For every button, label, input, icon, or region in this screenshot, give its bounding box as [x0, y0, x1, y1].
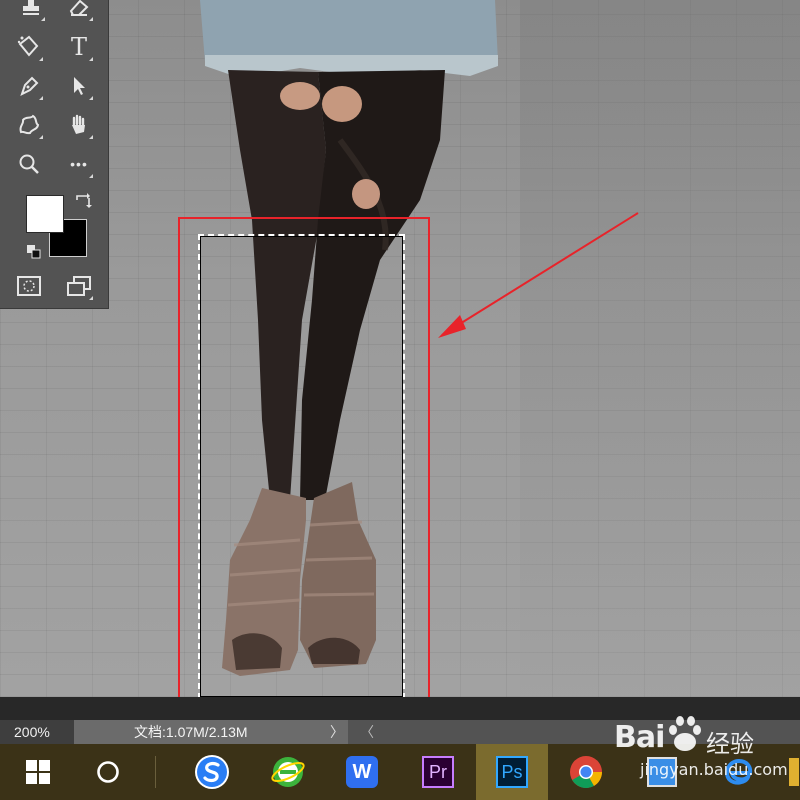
tools-panel: T ••• — [0, 0, 109, 309]
foreground-color-swatch[interactable] — [26, 195, 64, 233]
zoom-tool[interactable] — [14, 149, 44, 179]
baidu-paw-icon — [669, 716, 701, 751]
type-tool[interactable]: T — [64, 32, 94, 62]
sogou-s-icon — [195, 755, 229, 789]
type-icon: T — [70, 33, 87, 61]
path-selection-tool[interactable] — [64, 71, 94, 101]
taskbar-separator — [155, 756, 156, 788]
quick-mask-icon — [17, 276, 41, 296]
default-colors-icon[interactable] — [26, 244, 42, 260]
cortana-circle-icon — [97, 761, 119, 783]
swap-colors-icon[interactable] — [73, 192, 93, 212]
windows-logo-icon — [26, 760, 50, 784]
eraser-tool[interactable] — [64, 0, 94, 22]
taskbar-premiere[interactable]: Pr — [410, 744, 466, 800]
annotation-arrow — [438, 212, 639, 338]
start-button[interactable] — [10, 744, 66, 800]
status-menu-arrow[interactable]: 〉 — [330, 720, 344, 744]
pen-icon — [20, 76, 39, 96]
magnifier-icon — [19, 154, 39, 174]
wps-icon: W — [346, 756, 378, 788]
zoom-level-field[interactable]: 200% — [0, 720, 74, 744]
baidu-watermark: Bai 经验 jingyan.baidu.com — [598, 706, 800, 794]
hand-tool[interactable] — [64, 110, 94, 140]
photoshop-icon: Ps — [496, 756, 528, 788]
taskbar-photoshop[interactable]: Ps — [476, 744, 548, 800]
more-icon: ••• — [70, 156, 88, 172]
taskbar-wps[interactable]: W — [334, 744, 390, 800]
cortana-button[interactable] — [80, 744, 136, 800]
taskbar-sogou[interactable] — [184, 744, 240, 800]
premiere-label: Pr — [429, 761, 447, 782]
paint-bucket-tool[interactable] — [14, 32, 44, 62]
custom-shape-tool[interactable] — [14, 110, 44, 140]
scroll-left-arrow[interactable]: 〈 — [360, 720, 374, 744]
watermark-brand: Bai — [614, 720, 665, 755]
watermark-brand-cn: 经验 — [706, 730, 754, 758]
highlight-box — [178, 217, 430, 697]
document-canvas[interactable] — [0, 0, 800, 697]
document-size-info: 文档:1.07M/2.13M — [74, 720, 348, 744]
browser-e-icon — [271, 757, 305, 787]
wps-label: W — [352, 760, 372, 783]
hand-icon — [72, 114, 85, 134]
screen-mode-button[interactable] — [64, 271, 94, 301]
eraser-icon — [69, 0, 89, 16]
quick-mask-button[interactable] — [14, 271, 44, 301]
premiere-icon: Pr — [422, 756, 454, 788]
more-tools-button[interactable]: ••• — [64, 149, 94, 179]
watermark-url: jingyan.baidu.com — [640, 760, 788, 779]
screen-mode-icon — [67, 276, 91, 296]
taskbar-360-browser[interactable] — [260, 744, 316, 800]
photoshop-label: Ps — [501, 761, 523, 782]
cursor-arrow-icon — [74, 77, 85, 95]
pen-tool[interactable] — [14, 71, 44, 101]
stamp-tool[interactable] — [16, 0, 46, 22]
stamp-icon — [23, 0, 39, 15]
